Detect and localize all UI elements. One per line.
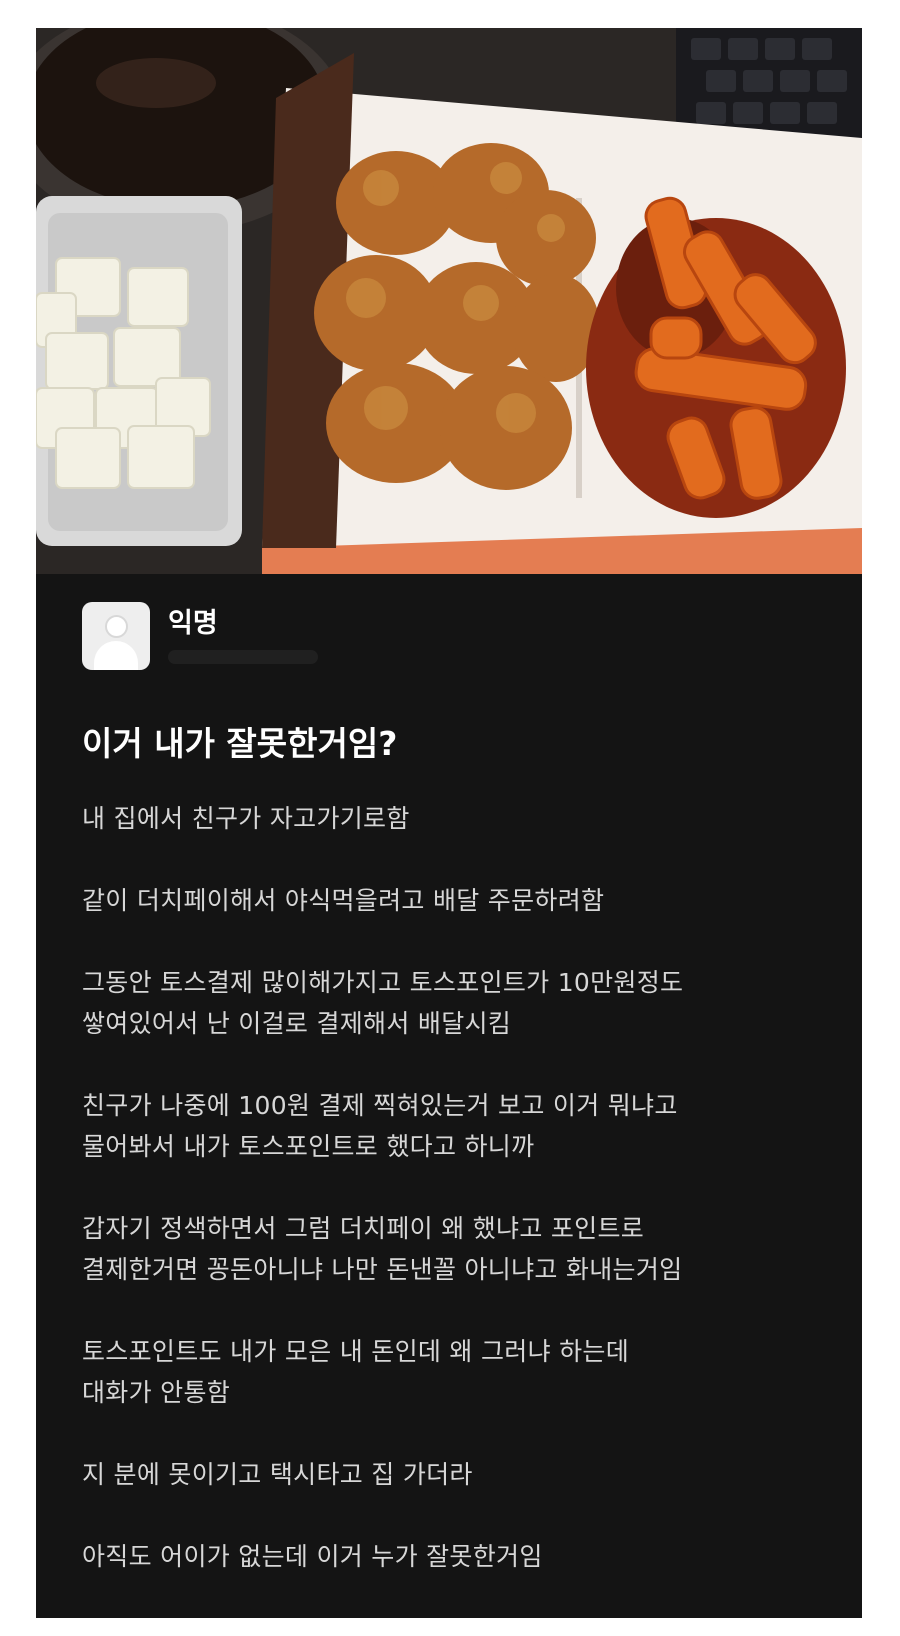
- avatar-head-icon: [105, 615, 128, 638]
- paragraph: 갑자기 정색하면서 그럼 더치페이 왜 했냐고 포인트로 결제한거면 꽁돈아니냐…: [82, 1208, 842, 1290]
- paragraph-line: 지 분에 못이기고 택시타고 집 가더라: [82, 1460, 473, 1489]
- author-name: 익명: [168, 608, 218, 639]
- food-photo[interactable]: [36, 28, 862, 574]
- paragraph: 같이 더치페이해서 야식먹을려고 배달 주문하려함: [82, 880, 842, 921]
- paragraph: 지 분에 못이기고 택시타고 집 가더라: [82, 1454, 842, 1495]
- paragraph-line: 결제한거면 꽁돈아니냐 나만 돈낸꼴 아니냐고 화내는거임: [82, 1255, 683, 1284]
- paragraph-line: 쌓여있어서 난 이걸로 결제해서 배달시킴: [82, 1009, 512, 1038]
- avatar-body-icon: [94, 641, 138, 670]
- paragraph-line: 아직도 어이가 없는데 이거 누가 잘못한거임: [82, 1542, 543, 1571]
- paragraph-line: 그동안 토스결제 많이해가지고 토스포인트가 10만원정도: [82, 968, 684, 997]
- paragraph-line: 물어봐서 내가 토스포인트로 했다고 하니까: [82, 1132, 535, 1161]
- paragraph: 친구가 나중에 100원 결제 찍혀있는거 보고 이거 뭐냐고 물어봐서 내가 …: [82, 1085, 842, 1167]
- paragraph: 토스포인트도 내가 모은 내 돈인데 왜 그러냐 하는데 대화가 안통함: [82, 1331, 842, 1413]
- paragraph: 내 집에서 친구가 자고가기로함: [82, 798, 842, 839]
- post-body: 내 집에서 친구가 자고가기로함 같이 더치페이해서 야식먹을려고 배달 주문하…: [82, 798, 842, 1618]
- post-meta-placeholder: [168, 650, 318, 664]
- paragraph: 아직도 어이가 없는데 이거 누가 잘못한거임: [82, 1536, 842, 1577]
- paragraph-line: 토스포인트도 내가 모은 내 돈인데 왜 그러냐 하는데: [82, 1337, 630, 1366]
- paragraph-line: 친구가 나중에 100원 결제 찍혀있는거 보고 이거 뭐냐고: [82, 1091, 678, 1120]
- paragraph: 그동안 토스결제 많이해가지고 토스포인트가 10만원정도 쌓여있어서 난 이걸…: [82, 962, 842, 1044]
- paragraph-line: 같이 더치페이해서 야식먹을려고 배달 주문하려함: [82, 886, 605, 915]
- food-photo-illustration: [36, 28, 862, 574]
- paragraph-line: 내 집에서 친구가 자고가기로함: [82, 804, 410, 833]
- post-card: 익명 이거 내가 잘못한거임? 내 집에서 친구가 자고가기로함 같이 더치페이…: [36, 28, 862, 1618]
- avatar[interactable]: [82, 602, 150, 670]
- paragraph-line: 갑자기 정색하면서 그럼 더치페이 왜 했냐고 포인트로: [82, 1214, 645, 1243]
- post-title: 이거 내가 잘못한거임?: [82, 724, 398, 763]
- paragraph-line: 대화가 안통함: [82, 1378, 231, 1407]
